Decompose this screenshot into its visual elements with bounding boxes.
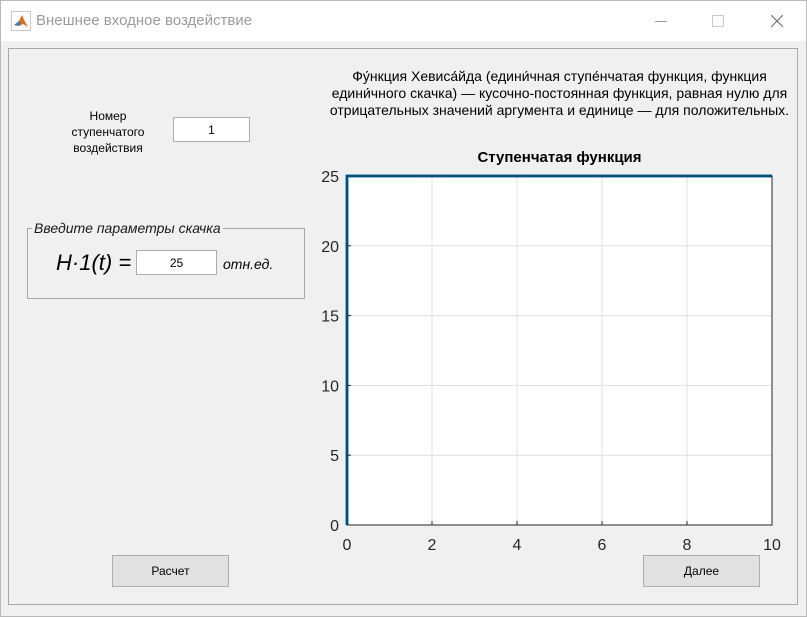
maximize-button[interactable] [695, 1, 741, 41]
y-tick-label: 20 [321, 239, 339, 256]
app-window: Внешнее входное воздействие Номер ступен… [0, 0, 807, 617]
x-tick-label: 6 [598, 537, 607, 554]
x-tick-label: 0 [343, 537, 352, 554]
plot-area [347, 176, 772, 525]
y-tick-label: 15 [321, 309, 339, 326]
x-tick-label: 2 [428, 537, 437, 554]
y-tick-label: 0 [330, 518, 339, 535]
jump-value-input[interactable] [136, 250, 217, 275]
close-icon [771, 15, 783, 27]
window-title: Внешнее входное воздействие [36, 12, 253, 29]
unit-label: отн.ед. [223, 256, 274, 272]
maximize-icon [712, 15, 724, 27]
next-button[interactable]: Далее [643, 555, 760, 587]
x-tick-label: 4 [513, 537, 522, 554]
y-tick-label: 10 [321, 378, 339, 395]
matlab-icon [11, 11, 31, 31]
step-number-label: Номер ступенчатого воздействия [71, 109, 145, 155]
formula-label: H·1(t) = [56, 250, 132, 275]
x-tick-label: 8 [683, 537, 692, 554]
x-tick-label: 10 [763, 537, 781, 554]
y-tick-label: 5 [330, 448, 339, 465]
step-number-input[interactable] [173, 117, 250, 142]
heaviside-description: Фу́нкция Хевиса́йда (едини́чная ступе́нч… [329, 68, 790, 118]
minimize-icon [655, 21, 667, 22]
minimize-button[interactable] [638, 1, 684, 41]
step-function-chart: 0 2 4 6 8 10 0 5 10 15 20 25 Ступенчатая функция [321, 149, 781, 554]
title-bar: Внешнее входное воздействие [1, 1, 806, 41]
y-tick-label: 25 [321, 169, 339, 186]
close-button[interactable] [754, 1, 800, 41]
jump-params-title: Введите параметры скачка [32, 220, 223, 236]
calculate-button[interactable]: Расчет [112, 555, 229, 587]
chart-title: Ступенчатая функция [477, 149, 641, 166]
